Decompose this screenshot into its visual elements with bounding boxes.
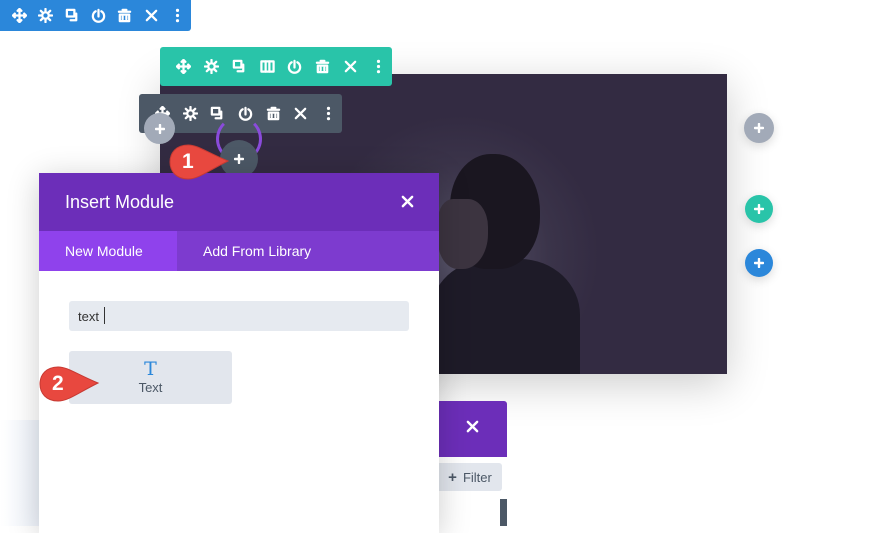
module-search-input[interactable] [69,301,409,331]
power-icon[interactable] [85,2,111,30]
close-icon[interactable] [138,2,164,30]
close-icon [401,195,413,207]
add-section-button[interactable] [745,249,773,277]
callout-marker-shape [169,144,230,180]
row-toolbar [160,47,392,86]
modal-header: Insert Module [39,173,439,231]
modal-close-button[interactable] [397,191,417,211]
trash-icon[interactable] [309,53,337,81]
power-icon[interactable] [281,53,309,81]
gear-icon[interactable] [177,100,205,128]
module-item-label: Text [138,380,163,395]
scrollbar[interactable] [500,499,507,526]
columns-icon[interactable] [253,53,281,81]
duplicate-icon[interactable] [226,53,254,81]
plus-icon [754,123,764,133]
tab-new-module[interactable]: New Module [39,231,177,271]
section-toolbar [0,0,191,31]
add-column-button[interactable] [144,113,175,144]
close-icon [466,420,479,433]
left-background-fade [0,420,40,526]
more-icon[interactable] [314,100,342,128]
plus-icon [234,154,244,164]
text-module-icon: T [144,358,157,380]
callout-step-1: 1 [168,142,232,182]
trash-icon[interactable] [259,100,287,128]
callout-marker-shape [39,366,100,402]
move-icon[interactable] [170,53,198,81]
callout-number: 1 [182,150,194,173]
modal-tabs: New Module Add From Library [39,231,439,271]
secondary-close-button[interactable] [466,420,479,438]
add-row-button[interactable] [745,195,773,223]
add-column-right-button[interactable] [744,113,774,143]
text-caret [104,307,105,324]
filter-button[interactable]: + Filter [438,463,502,491]
hero-person-body [430,259,580,374]
close-icon[interactable] [287,100,315,128]
callout-step-2: 2 [38,364,102,404]
duplicate-icon[interactable] [59,2,85,30]
close-icon[interactable] [337,53,365,81]
plus-icon [754,204,764,214]
modal-title: Insert Module [65,192,175,212]
callout-number: 2 [52,372,64,395]
move-icon[interactable] [6,2,32,30]
gear-icon[interactable] [198,53,226,81]
tab-add-from-library[interactable]: Add From Library [177,231,337,271]
plus-icon: + [448,468,457,486]
insert-module-modal: Insert Module New Module Add From Librar… [39,173,439,533]
more-icon[interactable] [165,2,191,30]
plus-icon [754,258,764,268]
secondary-panel: + Filter [438,401,507,526]
gear-icon[interactable] [32,2,58,30]
secondary-panel-header [438,401,507,457]
more-icon[interactable] [364,53,392,81]
plus-icon [154,123,165,134]
hero-person-face [438,199,488,269]
trash-icon[interactable] [112,2,138,30]
filter-label: Filter [462,469,492,485]
